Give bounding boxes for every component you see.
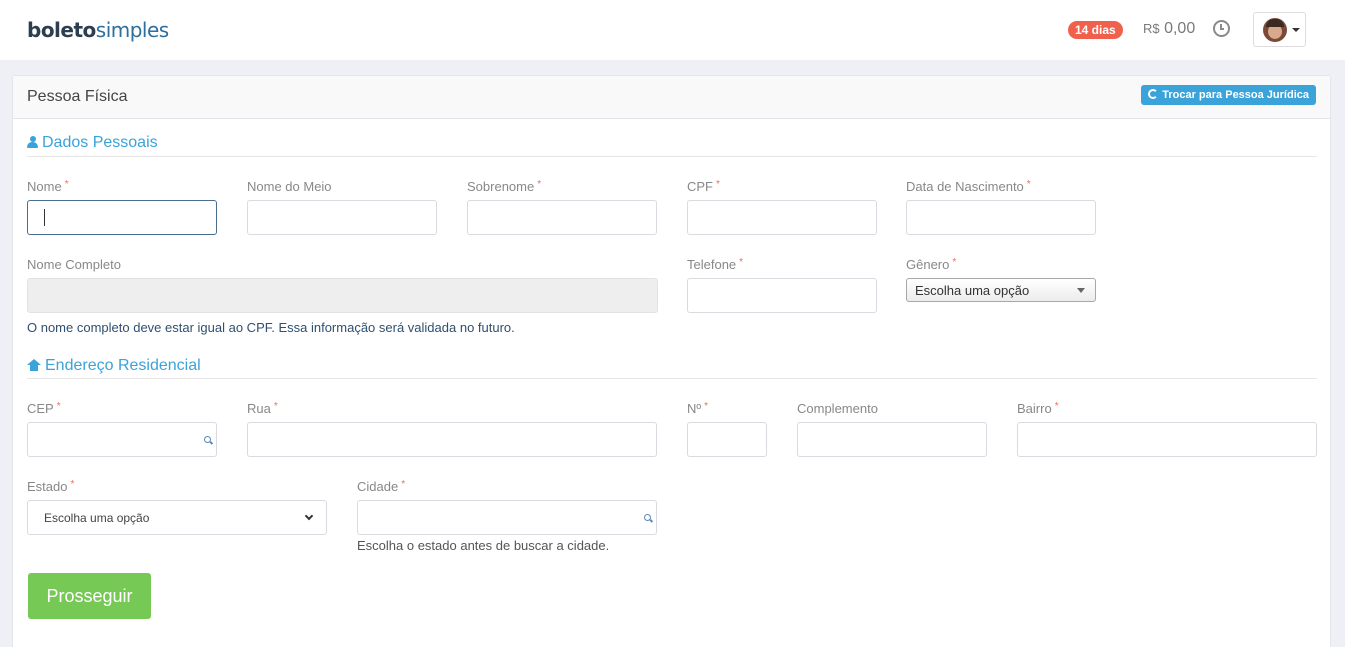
dropdown-arrow-icon (1077, 288, 1085, 293)
home-icon (27, 359, 41, 371)
label-rua: Rua * (247, 401, 278, 416)
label-nome-do-meio: Nome do Meio (247, 179, 332, 194)
telefone-input[interactable] (687, 278, 877, 313)
avatar (1263, 18, 1287, 42)
search-icon[interactable] (204, 436, 211, 443)
panel-title: Pessoa Física (27, 88, 128, 105)
label-nome: Nome * (27, 179, 69, 194)
nome-completo-input (27, 278, 658, 313)
nome-completo-help: O nome completo deve estar igual ao CPF.… (27, 320, 515, 335)
estado-select[interactable]: Escolha uma opção (27, 500, 327, 535)
section-divider (27, 378, 1317, 379)
label-telefone: Telefone * (687, 257, 744, 272)
refresh-icon (1148, 89, 1159, 99)
clock-icon[interactable] (1213, 20, 1230, 37)
chevron-down-icon (304, 511, 314, 521)
data-nascimento-input[interactable] (906, 200, 1096, 235)
trial-days-badge[interactable]: 14 dias (1068, 21, 1123, 39)
sobrenome-input[interactable] (467, 200, 657, 235)
account-balance[interactable]: R$ 0,00 (1143, 20, 1195, 38)
bairro-input[interactable] (1017, 422, 1317, 457)
label-nome-completo: Nome Completo (27, 257, 121, 272)
nome-do-meio-input[interactable] (247, 200, 437, 235)
label-cidade: Cidade * (357, 479, 406, 494)
text-cursor (44, 209, 45, 226)
label-cpf: CPF * (687, 179, 720, 194)
cep-input[interactable] (27, 422, 217, 457)
label-sobrenome: Sobrenome * (467, 179, 542, 194)
label-cep: CEP * (27, 401, 61, 416)
section-address-title: Endereço Residencial (27, 357, 201, 375)
rua-input[interactable] (247, 422, 657, 457)
label-estado: Estado * (27, 479, 75, 494)
user-icon (27, 136, 38, 148)
switch-to-company-button[interactable]: Trocar para Pessoa Jurídica (1141, 85, 1316, 105)
top-bar: boletosimples 14 dias R$ 0,00 (0, 0, 1345, 60)
label-genero: Gênero * (906, 257, 957, 272)
label-numero: Nº * (687, 401, 709, 416)
section-divider (27, 156, 1317, 157)
cidade-help: Escolha o estado antes de buscar a cidad… (357, 538, 610, 553)
panel-header: Pessoa Física Trocar para Pessoa Jurídic… (13, 76, 1330, 119)
nome-input[interactable] (27, 200, 217, 235)
label-bairro: Bairro * (1017, 401, 1059, 416)
section-personal-title: Dados Pessoais (27, 134, 158, 152)
prosseguir-button[interactable]: Prosseguir (28, 573, 151, 619)
complemento-input[interactable] (797, 422, 987, 457)
cpf-input[interactable] (687, 200, 877, 235)
label-complemento: Complemento (797, 401, 878, 416)
search-icon[interactable] (644, 514, 651, 521)
form-panel: Pessoa Física Trocar para Pessoa Jurídic… (12, 75, 1331, 647)
user-menu-button[interactable] (1253, 12, 1306, 47)
genero-select[interactable]: Escolha uma opção (906, 278, 1096, 302)
label-data-nascimento: Data de Nascimento * (906, 179, 1031, 194)
numero-input[interactable] (687, 422, 767, 457)
cidade-input[interactable] (357, 500, 657, 535)
caret-down-icon (1292, 28, 1300, 32)
logo[interactable]: boletosimples (27, 18, 169, 42)
